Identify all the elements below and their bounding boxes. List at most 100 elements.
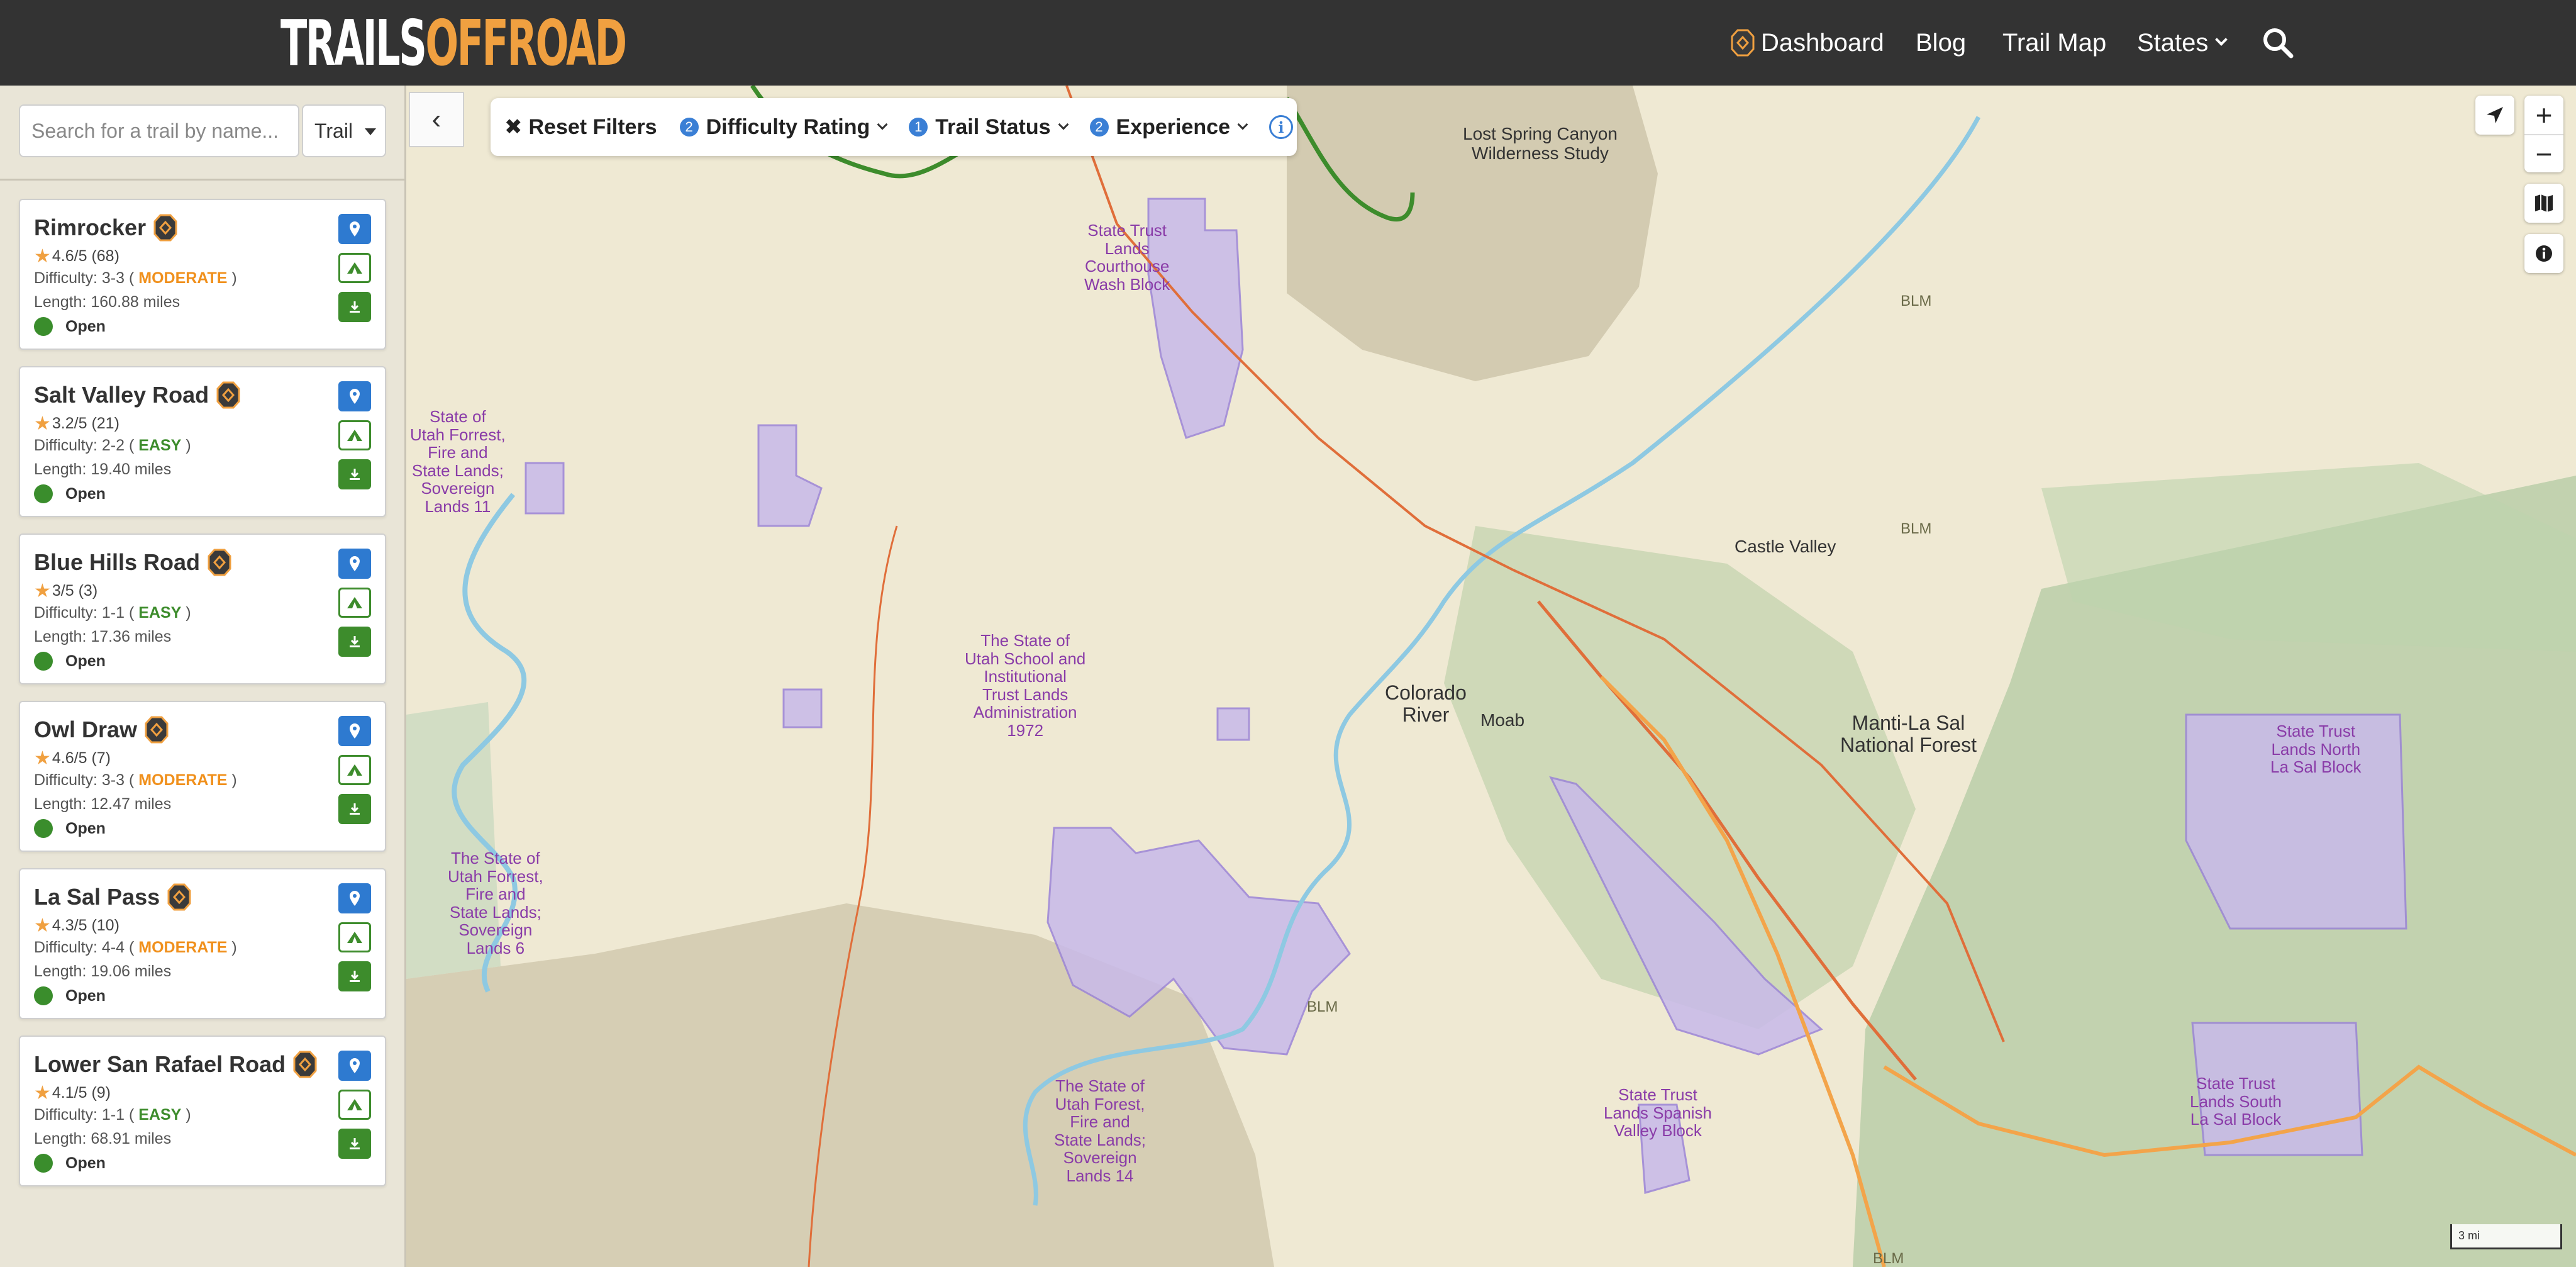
map-pin-button[interactable] <box>338 549 371 579</box>
experience-count: 2 <box>1089 118 1109 137</box>
map-pin-icon <box>350 1058 360 1073</box>
zoom-out-button[interactable]: − <box>2524 134 2563 172</box>
trail-title[interactable]: Lower San Rafael Road <box>34 1051 317 1078</box>
map-label-blm: BLM <box>1901 520 1932 537</box>
status-count: 1 <box>909 118 928 137</box>
nav-dashboard[interactable]: Dashboard <box>1731 0 1884 86</box>
trail-actions <box>338 883 371 1000</box>
layers-button[interactable] <box>2524 184 2563 223</box>
download-icon <box>350 971 360 982</box>
trail-status-label: Open <box>65 819 106 837</box>
badge-icon <box>208 549 231 576</box>
trail-card[interactable]: Lower San Rafael Road ★ 4.1/5 (9) Difficu… <box>19 1035 386 1186</box>
site-logo[interactable]: TRAILS OFFROAD <box>280 6 627 80</box>
trail-title[interactable]: Salt Valley Road <box>34 381 240 409</box>
trail-rating-value: 4.6/5 (7) <box>52 749 111 767</box>
zoom-in-button[interactable]: + <box>2524 96 2563 134</box>
chevron-down-icon <box>1237 119 1248 130</box>
trail-name: Salt Valley Road <box>34 382 209 408</box>
map-pin-button[interactable] <box>338 883 371 913</box>
trail-status: Open <box>34 819 106 838</box>
map-pin-icon <box>350 891 360 906</box>
trail-difficulty-prefix: Difficulty: 1-1 ( <box>34 604 135 622</box>
info-icon <box>2536 245 2552 262</box>
trail-card[interactable]: Blue Hills Road ★ 3/5 (3) Difficulty: 1-1… <box>19 533 386 684</box>
download-button[interactable] <box>338 459 371 489</box>
chevron-down-icon <box>877 119 888 130</box>
map-pin-button[interactable] <box>338 214 371 244</box>
trail-status: Open <box>34 484 106 503</box>
map-label-blm: BLM <box>1901 293 1932 310</box>
camp-button[interactable] <box>338 253 371 283</box>
trail-difficulty-prefix: Difficulty: 4-4 ( <box>34 939 135 956</box>
trail-title[interactable]: Owl Draw <box>34 716 169 744</box>
zoom-controls: + − <box>2524 96 2563 172</box>
trail-length: Length: 68.91 miles <box>34 1130 172 1147</box>
trail-rating: ★ 4.1/5 (9) <box>34 1082 111 1104</box>
trail-card[interactable]: Salt Valley Road ★ 3.2/5 (21) Difficulty:… <box>19 366 386 517</box>
trail-rating: ★ 3.2/5 (21) <box>34 413 119 435</box>
download-button[interactable] <box>338 1129 371 1159</box>
camp-button[interactable] <box>338 922 371 952</box>
status-dot <box>34 819 53 838</box>
nav-blog[interactable]: Blog <box>1916 0 1966 86</box>
trail-rating-value: 3/5 (3) <box>52 582 98 600</box>
map-pin-button[interactable] <box>338 381 371 411</box>
trail-search-input[interactable] <box>19 104 299 157</box>
map-label-la-sal-south: State Trust Lands South La Sal Block <box>2190 1074 2282 1129</box>
nav-dashboard-label: Dashboard <box>1761 28 1884 57</box>
trail-card[interactable]: La Sal Pass ★ 4.3/5 (10) Difficulty: 4-4 … <box>19 868 386 1019</box>
camp-button[interactable] <box>338 420 371 450</box>
camp-button[interactable] <box>338 588 371 618</box>
trail-title[interactable]: La Sal Pass <box>34 883 191 911</box>
download-button[interactable] <box>338 292 371 322</box>
experience-filter[interactable]: 2 Experience <box>1089 115 1248 140</box>
trail-rating-value: 4.6/5 (68) <box>52 247 119 265</box>
trail-rating: ★ 4.6/5 (7) <box>34 747 111 769</box>
trail-difficulty-level: MODERATE <box>138 269 228 287</box>
map-label-sovereign-6: The State of Utah Forrest, Fire and Stat… <box>448 849 543 957</box>
map-label-lost-spring: Lost Spring Canyon Wilderness Study <box>1463 124 1618 163</box>
trail-difficulty-level: MODERATE <box>138 939 228 956</box>
trail-title[interactable]: Blue Hills Road <box>34 549 231 576</box>
tent-icon <box>347 430 362 441</box>
map-label-sovereign-11: State of Utah Forrest, Fire and State La… <box>410 407 506 516</box>
difficulty-filter[interactable]: 2 Difficulty Rating <box>679 115 888 140</box>
reset-filters-button[interactable]: ✖ Reset Filters <box>504 114 657 140</box>
download-button[interactable] <box>338 627 371 657</box>
status-dot <box>34 986 53 1005</box>
camp-button[interactable] <box>338 1090 371 1120</box>
trail-type-select[interactable]: Trail <box>302 104 386 157</box>
star-icon: ★ <box>34 748 51 769</box>
star-icon: ★ <box>34 581 51 601</box>
status-filter[interactable]: 1 Trail Status <box>909 115 1069 140</box>
info-icon[interactable]: i <box>1269 115 1293 139</box>
status-dot <box>34 317 53 336</box>
download-icon <box>350 636 360 647</box>
status-dot <box>34 652 53 671</box>
trail-map[interactable]: Lost Spring Canyon Wilderness Study Stat… <box>406 86 2576 1267</box>
trail-title[interactable]: Rimrocker <box>34 214 177 242</box>
map-scale: 3 mi <box>2450 1224 2562 1249</box>
search-icon[interactable] <box>2262 0 2294 86</box>
trail-difficulty: Difficulty: 1-1 ( EASY ) <box>34 1106 191 1124</box>
trail-actions <box>338 716 371 833</box>
trail-sidebar: Trail Rimrocker ★4.6/5 (68) Difficulty: … <box>0 86 406 1267</box>
map-label-blm: BLM <box>1307 998 1338 1015</box>
map-pin-button[interactable] <box>338 716 371 746</box>
trail-card[interactable]: Owl Draw ★ 4.6/5 (7) Difficulty: 3-3 ( MO… <box>19 701 386 852</box>
nav-trail-map[interactable]: Trail Map <box>2002 0 2106 86</box>
map-pin-button[interactable] <box>338 1051 371 1081</box>
map-info-button[interactable] <box>2524 234 2563 273</box>
nav-states[interactable]: States <box>2137 0 2228 86</box>
download-button[interactable] <box>338 961 371 991</box>
collapse-sidebar-button[interactable]: ‹ <box>409 92 464 147</box>
map-label-manti-la-sal: Manti-La Sal National Forest <box>1840 712 1977 757</box>
trail-list: Rimrocker ★ 4.6/5 (68) Difficulty: 3-3 ( … <box>19 199 386 1203</box>
map-pin-icon <box>350 389 360 404</box>
camp-button[interactable] <box>338 755 371 785</box>
trail-status-label: Open <box>65 484 106 503</box>
download-button[interactable] <box>338 794 371 824</box>
locate-button[interactable] <box>2475 96 2514 135</box>
trail-card[interactable]: Rimrocker ★ 4.6/5 (68) Difficulty: 3-3 ( … <box>19 199 386 350</box>
